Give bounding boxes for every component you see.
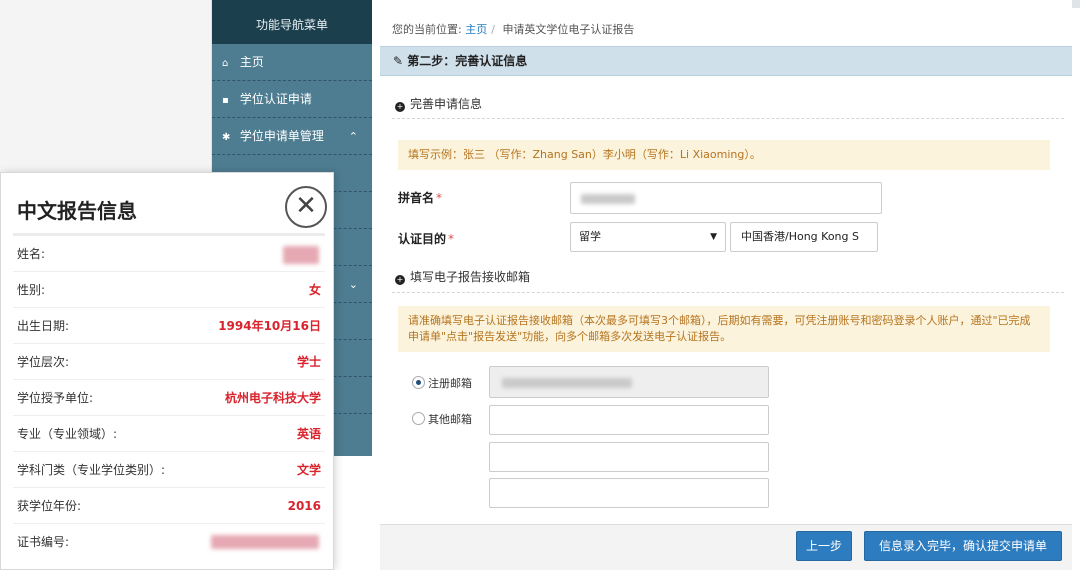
radio-label: 其他邮箱: [428, 413, 472, 426]
breadcrumb: 您的当前位置: 主页 / 申请英文学位电子认证报告: [392, 21, 634, 37]
section-apply-info-heading: + 完善申请信息: [395, 95, 482, 112]
required-mark: *: [448, 232, 455, 246]
document-icon: ▪: [222, 95, 229, 106]
radio-label: 注册邮箱: [428, 377, 472, 390]
info-row-degree-level: 学位层次: 学士: [13, 344, 325, 380]
registered-email-field: [489, 366, 769, 398]
edit-icon: ✎: [393, 54, 404, 68]
breadcrumb-current: 申请英文学位电子认证报告: [502, 23, 635, 36]
info-value: 1994年10月16日: [218, 319, 321, 333]
divider: [392, 118, 1064, 119]
info-value: 英语: [296, 427, 321, 441]
name-example-tip: 填写示例：张三 （写作：Zhang San）李小明（写作：Li Xiaoming…: [398, 140, 1050, 170]
info-key: 证书编号:: [17, 535, 70, 549]
email-tip: 请准确填写电子认证报告接收邮箱（本次最多可填写3个邮箱），后期如有需要，可凭注册…: [398, 306, 1050, 352]
chevron-down-icon: ⌄: [348, 278, 358, 291]
sidebar-item-application-management[interactable]: ✱ 学位申请单管理 ⌃: [212, 118, 372, 155]
label-text: 拼音名: [398, 191, 435, 205]
info-row-degree-year: 获学位年份: 2016: [13, 488, 325, 524]
breadcrumb-separator: /: [491, 23, 495, 36]
breadcrumb-home-link[interactable]: 主页: [465, 23, 487, 36]
info-key: 专业（专业领域）:: [17, 427, 118, 441]
close-icon[interactable]: ✕: [285, 186, 327, 228]
circle-plus-icon: +: [395, 275, 405, 285]
divider: [392, 292, 1064, 293]
country-value: 中国香港/Hong Kong S: [741, 230, 859, 243]
sidebar-item-degree-application[interactable]: ▪ 学位认证申请: [212, 81, 372, 118]
info-key: 学科门类（专业学位类别）:: [17, 463, 166, 477]
required-mark: *: [436, 191, 443, 205]
info-row-discipline: 学科门类（专业学位类别）: 文学: [13, 452, 325, 488]
sidebar-title: 功能导航菜单: [212, 0, 372, 44]
previous-step-button[interactable]: 上一步: [796, 531, 852, 561]
info-value: 杭州电子科技大学: [224, 391, 321, 405]
other-email-input-3[interactable]: [489, 478, 769, 508]
info-key: 性别:: [17, 283, 46, 297]
redacted-value: [502, 378, 632, 388]
radio-other-email[interactable]: 其他邮箱: [412, 411, 472, 427]
chinese-report-info-panel: 中文报告信息 ✕ 姓名: 性别: 女 出生日期: 1994年10月16日 学位层…: [0, 172, 334, 570]
pinyin-name-label: 拼音名 *: [398, 189, 442, 206]
section-email-heading: + 填写电子报告接收邮箱: [395, 268, 530, 285]
section-title: 填写电子报告接收邮箱: [410, 270, 531, 284]
info-row-birthdate: 出生日期: 1994年10月16日: [13, 308, 325, 344]
info-key: 姓名:: [17, 247, 46, 261]
info-row-name: 姓名:: [13, 236, 325, 272]
redacted-value: [581, 194, 635, 204]
redacted-value: [211, 535, 319, 549]
breadcrumb-prefix: 您的当前位置:: [392, 23, 462, 36]
info-value: 文学: [296, 463, 321, 477]
purpose-label: 认证目的 *: [398, 230, 454, 247]
country-select[interactable]: 中国香港/Hong Kong S: [730, 222, 878, 252]
info-row-certificate-no: 证书编号:: [13, 524, 325, 560]
info-value: 学士: [296, 355, 321, 369]
info-row-gender: 性别: 女: [13, 272, 325, 308]
other-email-input-2[interactable]: [489, 442, 769, 472]
sidebar-item-label: 学位认证申请: [239, 92, 312, 106]
section-title: 完善申请信息: [410, 97, 483, 111]
sidebar-item-home[interactable]: ⌂ 主页: [212, 44, 372, 81]
submit-application-button[interactable]: 信息录入完毕，确认提交申请单: [864, 531, 1062, 561]
radio-registered-email[interactable]: 注册邮箱: [412, 375, 472, 391]
step-header: ✎ 第二步：完善认证信息: [380, 46, 1072, 76]
info-value: 2016: [287, 499, 321, 513]
sidebar-item-label: 主页: [239, 55, 264, 69]
info-value: 女: [308, 283, 321, 297]
step-title: 第二步：完善认证信息: [407, 54, 528, 68]
radio-button-checked[interactable]: [412, 376, 425, 389]
redacted-value: [283, 246, 319, 264]
gear-icon: ✱: [222, 132, 231, 143]
info-row-institution: 学位授予单位: 杭州电子科技大学: [13, 380, 325, 416]
pinyin-name-input[interactable]: [570, 182, 882, 214]
info-key: 学位授予单位:: [17, 391, 94, 405]
chevron-up-icon: ⌃: [348, 130, 358, 143]
label-text: 认证目的: [398, 232, 447, 246]
radio-button-unchecked[interactable]: [412, 412, 425, 425]
home-icon: ⌂: [222, 58, 229, 69]
purpose-select[interactable]: 留学 ▼: [570, 222, 726, 252]
sidebar-item-label: 学位申请单管理: [239, 129, 324, 143]
caret-down-icon: ▼: [710, 232, 717, 242]
info-key: 获学位年份:: [17, 499, 82, 513]
info-key: 出生日期:: [17, 319, 70, 333]
circle-plus-icon: +: [395, 102, 405, 112]
panel-title: 中文报告信息: [17, 199, 137, 223]
info-row-major: 专业（专业领域）: 英语: [13, 416, 325, 452]
info-key: 学位层次:: [17, 355, 70, 369]
purpose-value: 留学: [579, 230, 601, 243]
other-email-input-1[interactable]: [489, 405, 769, 435]
